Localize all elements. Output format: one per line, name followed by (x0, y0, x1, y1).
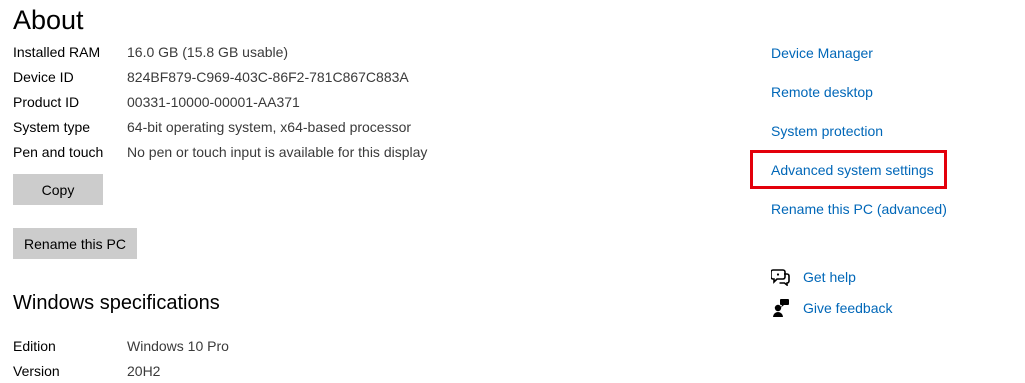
spec-value: 00331-10000-00001-AA371 (127, 93, 300, 110)
copy-button[interactable]: Copy (13, 174, 103, 205)
page-title: About (13, 5, 84, 35)
spec-value: 64-bit operating system, x64-based proce… (127, 118, 412, 135)
feedback-person-icon (771, 298, 791, 318)
spec-label: Product ID (13, 93, 80, 110)
chat-help-icon (771, 267, 791, 287)
system-protection-link[interactable]: System protection (771, 123, 883, 139)
get-help-link[interactable]: Get help (803, 269, 856, 285)
spec-label: System type (13, 118, 91, 135)
highlight-box (750, 150, 947, 189)
give-feedback-link[interactable]: Give feedback (803, 300, 893, 316)
spec-row-pen-and-touch: Pen and touch No pen or touch input is a… (13, 139, 427, 164)
spec-value: No pen or touch input is available for t… (127, 143, 428, 160)
device-specs: Installed RAM 16.0 GB (15.8 GB usable) D… (13, 39, 427, 164)
spec-label: Edition (13, 337, 56, 354)
spec-label: Pen and touch (13, 143, 104, 160)
spec-row-device-id: Device ID 824BF879-C969-403C-86F2-781C86… (13, 64, 427, 89)
give-feedback-item[interactable]: Give feedback (771, 298, 893, 318)
remote-desktop-link[interactable]: Remote desktop (771, 84, 873, 100)
rename-pc-advanced-link[interactable]: Rename this PC (advanced) (771, 201, 947, 217)
windows-specs: Edition Windows 10 Pro Version 20H2 (13, 333, 229, 383)
rename-pc-button[interactable]: Rename this PC (13, 228, 137, 259)
spec-row-installed-ram: Installed RAM 16.0 GB (15.8 GB usable) (13, 39, 427, 64)
windows-specifications-heading: Windows specifications (13, 292, 220, 314)
spec-row-product-id: Product ID 00331-10000-00001-AA371 (13, 89, 427, 114)
spec-row-system-type: System type 64-bit operating system, x64… (13, 114, 427, 139)
spec-label: Device ID (13, 68, 74, 85)
spec-value: Windows 10 Pro (127, 337, 229, 354)
spec-label: Installed RAM (13, 43, 101, 60)
spec-value: 824BF879-C969-403C-86F2-781C867C883A (127, 68, 409, 85)
spec-value: 16.0 GB (15.8 GB usable) (127, 43, 289, 60)
spec-row-edition: Edition Windows 10 Pro (13, 333, 229, 358)
get-help-item[interactable]: Get help (771, 267, 856, 287)
device-manager-link[interactable]: Device Manager (771, 45, 873, 61)
